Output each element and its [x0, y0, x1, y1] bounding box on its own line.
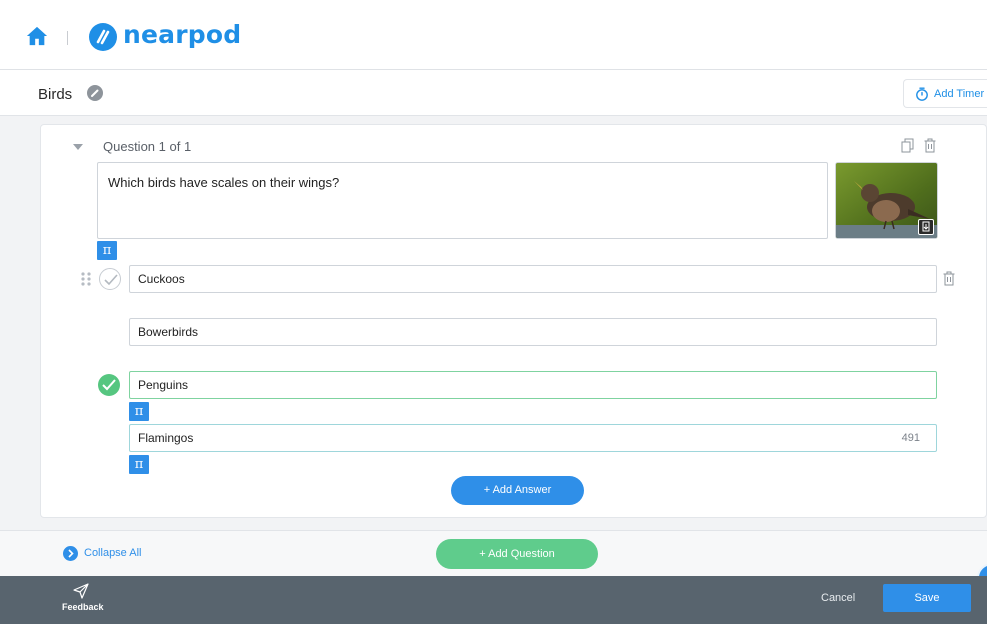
lesson-titlebar: Birds Add Timer — [0, 70, 987, 116]
add-answer-button[interactable]: + Add Answer — [451, 476, 584, 505]
math-formula-button[interactable]: π — [97, 241, 117, 260]
collapse-chevron-icon[interactable] — [63, 546, 78, 561]
stopwatch-icon — [916, 87, 928, 101]
answer-text: Bowerbirds — [138, 325, 199, 339]
answer-field-correct[interactable]: Penguins — [129, 371, 937, 399]
paper-plane-icon[interactable] — [73, 583, 89, 599]
answer-text: Penguins — [138, 378, 189, 392]
checkmark-icon — [102, 379, 116, 391]
home-icon[interactable] — [26, 25, 48, 47]
answer-field[interactable]: Bowerbirds — [129, 318, 937, 346]
delete-question-trash-icon[interactable] — [924, 138, 936, 153]
collapse-all-link[interactable]: Collapse All — [84, 547, 141, 559]
math-formula-button[interactable]: π — [129, 455, 149, 474]
add-timer-button[interactable]: Add Timer — [903, 79, 987, 108]
add-timer-label: Add Timer — [934, 87, 985, 100]
nearpod-logo-icon[interactable] — [89, 23, 117, 51]
collapse-question-caret-icon[interactable] — [72, 142, 84, 152]
answer-text: Flamingos — [138, 431, 194, 445]
cancel-button[interactable]: Cancel — [821, 592, 855, 604]
header-divider — [67, 31, 68, 45]
duplicate-icon[interactable] — [901, 138, 915, 154]
question-heading: Question 1 of 1 — [103, 139, 192, 154]
lesson-title: Birds — [38, 86, 73, 103]
checkmark-icon — [104, 274, 118, 286]
math-formula-button[interactable]: π — [129, 402, 149, 421]
answer-field-active[interactable]: Flamingos 491 — [129, 424, 937, 452]
replace-image-icon[interactable] — [918, 219, 934, 235]
add-question-button[interactable]: + Add Question — [436, 539, 598, 569]
delete-answer-trash-icon[interactable] — [943, 271, 955, 286]
brand-name[interactable]: nearpod — [123, 20, 241, 49]
drag-handle-icon[interactable] — [80, 272, 92, 286]
character-count: 491 — [901, 432, 920, 444]
mark-correct-toggle-checked[interactable] — [98, 374, 120, 396]
question-image[interactable] — [835, 162, 938, 239]
top-header: nearpod — [0, 0, 987, 70]
answer-text: Cuckoos — [138, 272, 185, 286]
edit-pencil-icon[interactable] — [87, 85, 103, 101]
save-button[interactable]: Save — [883, 584, 971, 612]
answer-field[interactable]: Cuckoos — [129, 265, 937, 293]
feedback-label[interactable]: Feedback — [62, 602, 104, 612]
question-text-field[interactable]: Which birds have scales on their wings? — [97, 162, 828, 239]
mark-correct-toggle[interactable] — [99, 268, 121, 290]
